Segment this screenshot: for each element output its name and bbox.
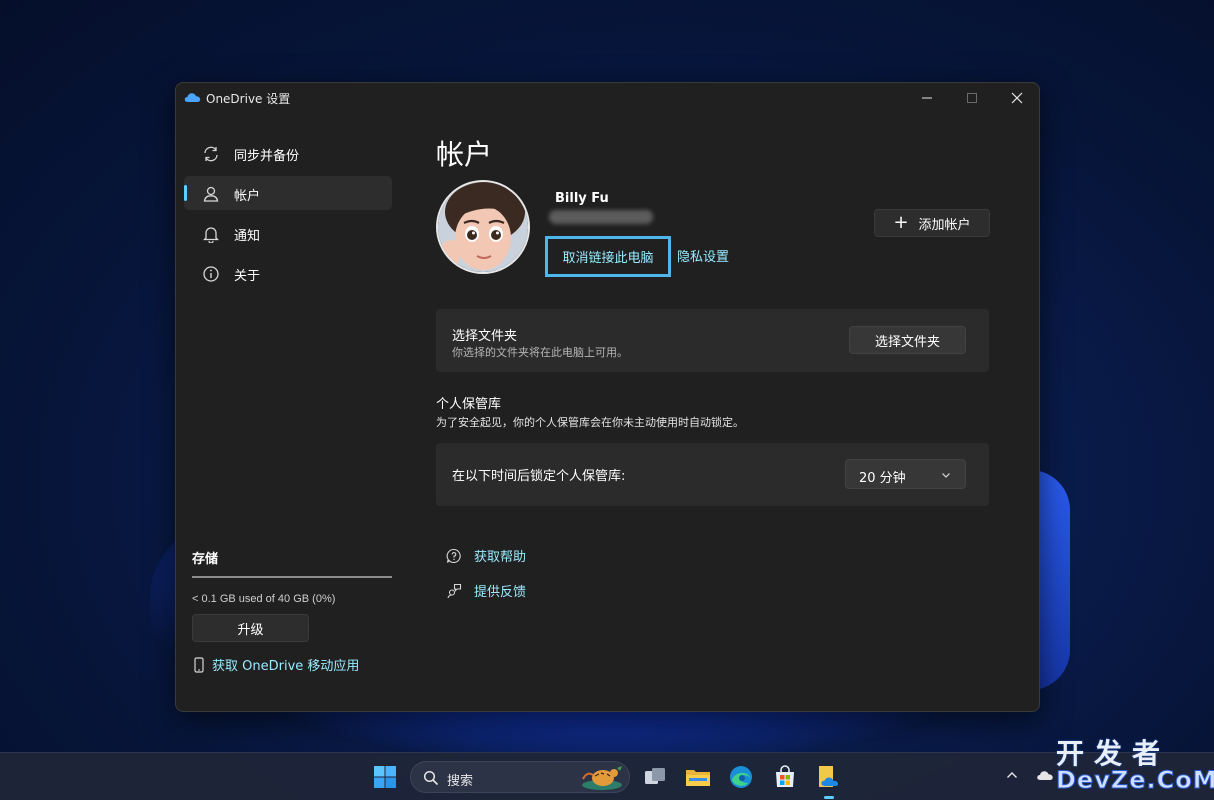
title-bar[interactable]: OneDrive 设置 [176, 83, 1039, 113]
plus-icon: + [893, 212, 909, 233]
avatar [436, 180, 530, 274]
window-title: OneDrive 设置 [206, 92, 291, 106]
sidebar-item-sync-backup[interactable]: 同步并备份 [184, 136, 392, 170]
sidebar-item-label: 帐户 [234, 189, 261, 204]
choose-folders-description: 你选择的文件夹将在此电脑上可用。 [452, 346, 628, 359]
get-help-label: 获取帮助 [474, 550, 527, 565]
storage-usage-text: < 0.1 GB used of 40 GB (0%) [192, 593, 336, 605]
cloud-icon [1037, 771, 1053, 780]
sidebar-item-label: 关于 [234, 269, 261, 284]
minimize-icon [922, 97, 932, 99]
vault-lock-time-value: 20 分钟 [859, 471, 906, 486]
task-view-icon [645, 768, 665, 784]
user-email-redacted [549, 210, 653, 224]
maximize-icon [967, 93, 977, 103]
onedrive-settings-taskbar-button[interactable] [814, 762, 844, 792]
chevron-up-icon [1007, 772, 1017, 778]
task-view-button[interactable] [640, 762, 670, 792]
mobile-app-link-label: 获取 OneDrive 移动应用 [212, 659, 360, 674]
person-icon [203, 186, 219, 202]
onedrive-settings-window: OneDrive 设置 同步并备份 帐户 通知 关于 存储 < 0.1 GB u… [175, 82, 1040, 712]
taskbar-search-box[interactable]: 搜索 [410, 761, 630, 793]
search-highlight-illustration-icon [582, 766, 622, 790]
search-icon [423, 770, 439, 786]
vault-lock-label: 在以下时间后锁定个人保管库: [452, 469, 626, 484]
taskbar: 搜索 [0, 752, 1214, 800]
start-button[interactable] [370, 762, 400, 792]
unlink-this-pc-link[interactable]: 取消链接此电脑 [545, 236, 671, 277]
vault-lock-time-dropdown[interactable]: 20 分钟 [845, 459, 966, 489]
edge-browser-icon [730, 766, 752, 788]
file-explorer-button[interactable] [683, 762, 713, 792]
upgrade-button[interactable]: 升级 [192, 614, 309, 642]
sidebar-item-label: 通知 [234, 229, 261, 244]
close-button[interactable] [994, 83, 1039, 113]
maximize-button[interactable] [949, 83, 995, 113]
help-icon [446, 548, 461, 563]
microsoft-store-button[interactable] [770, 762, 800, 792]
onedrive-tray-button[interactable] [1036, 767, 1054, 786]
search-label: 搜索 [447, 774, 474, 789]
privacy-settings-link[interactable]: 隐私设置 [677, 246, 729, 265]
watermark-line2: DevZe.CoM [1056, 766, 1214, 795]
vault-lock-card: 在以下时间后锁定个人保管库: 20 分钟 [436, 443, 989, 506]
onedrive-cloud-icon [184, 93, 201, 102]
get-mobile-app-link[interactable]: 获取 OneDrive 移动应用 [192, 655, 359, 674]
personal-vault-title: 个人保管库 [436, 397, 502, 412]
devze-watermark-logo: 开发者 DevZe.CoM [1056, 732, 1214, 796]
minimize-button[interactable] [904, 83, 950, 113]
add-account-button[interactable]: + 添加帐户 [874, 209, 990, 237]
active-app-indicator [824, 796, 834, 799]
storage-progress-bar [192, 576, 392, 578]
give-feedback-link[interactable]: 提供反馈 [446, 581, 526, 600]
bell-icon [202, 227, 220, 243]
phone-icon [194, 656, 204, 673]
storage-title: 存储 [192, 552, 219, 567]
choose-folders-button[interactable]: 选择文件夹 [849, 326, 966, 354]
page-title: 帐户 [436, 138, 493, 171]
user-name: Billy Fu [555, 191, 609, 206]
sidebar-item-about[interactable]: 关于 [184, 256, 392, 290]
sidebar-item-notifications[interactable]: 通知 [184, 216, 392, 250]
close-icon [1011, 92, 1023, 104]
folder-icon [686, 770, 710, 786]
sidebar-item-label: 同步并备份 [234, 149, 300, 164]
edge-browser-button[interactable] [726, 762, 756, 792]
show-hidden-icons-button[interactable] [1004, 767, 1020, 787]
give-feedback-label: 提供反馈 [474, 585, 527, 600]
store-bag-icon [776, 765, 794, 787]
windows-logo-icon [374, 766, 396, 788]
personal-vault-description: 为了安全起见，你的个人保管库会在你未主动使用时自动锁定。 [436, 416, 744, 429]
sidebar-item-account[interactable]: 帐户 [184, 176, 392, 210]
chevron-down-icon [942, 473, 950, 478]
onedrive-folder-icon [819, 766, 838, 787]
choose-folders-card: 选择文件夹 你选择的文件夹将在此电脑上可用。 选择文件夹 [436, 309, 989, 372]
sync-icon [204, 146, 218, 162]
choose-folders-title: 选择文件夹 [452, 329, 518, 344]
avatar-portrait-icon [438, 182, 528, 272]
add-account-label: 添加帐户 [918, 217, 971, 233]
get-help-link[interactable]: 获取帮助 [446, 546, 526, 565]
feedback-icon [447, 583, 462, 598]
info-icon [203, 266, 219, 282]
